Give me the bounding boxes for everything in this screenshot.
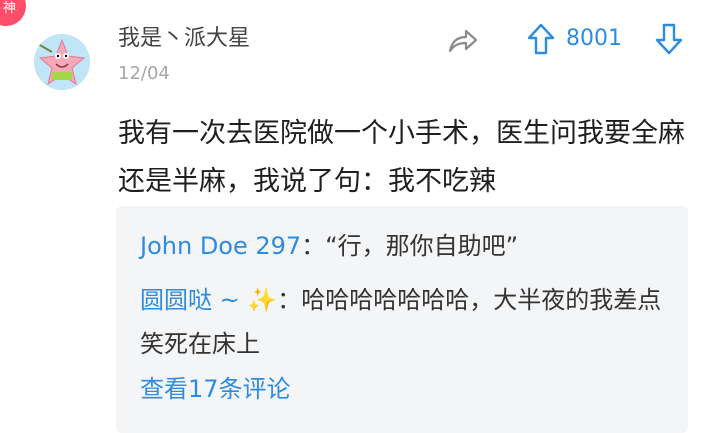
badge-text: 神 — [3, 1, 17, 16]
share-button[interactable] — [445, 24, 479, 56]
view-all-replies-link[interactable]: 查看17条评论 — [140, 372, 291, 406]
reply-separator: ： — [301, 232, 326, 260]
patrick-star-avatar-icon — [34, 34, 90, 90]
god-comment-badge: 神 — [0, 0, 26, 26]
vote-count: 8001 — [566, 26, 622, 51]
arrow-down-icon — [655, 23, 683, 55]
reply-item[interactable]: John Doe 297：“行，那你自助吧” — [140, 224, 670, 268]
post-date: 12/04 — [118, 63, 170, 84]
reply-separator: ： — [277, 286, 302, 314]
reply-preview-panel[interactable]: John Doe 297：“行，那你自助吧” 圆圆哒 ~ ✨：哈哈哈哈哈哈哈，大… — [116, 206, 688, 433]
share-icon — [448, 29, 478, 53]
reply-item[interactable]: 圆圆哒 ~ ✨：哈哈哈哈哈哈哈，大半夜的我差点笑死在床上 — [140, 278, 670, 366]
downvote-button[interactable] — [654, 22, 684, 56]
username[interactable]: 我是丶派大星 — [118, 24, 250, 54]
upvote-button[interactable] — [526, 22, 556, 56]
post-content: 我有一次去医院做一个小手术，医生问我要全麻还是半麻，我说了句：我不吃辣 — [118, 118, 685, 197]
avatar[interactable] — [34, 34, 90, 90]
reply-author[interactable]: 圆圆哒 ~ — [140, 286, 247, 314]
sparkles-emoji: ✨ — [247, 286, 278, 314]
reply-text: “行，那你自助吧” — [325, 232, 519, 260]
arrow-up-icon — [527, 23, 555, 55]
reply-author[interactable]: John Doe 297 — [140, 232, 301, 260]
